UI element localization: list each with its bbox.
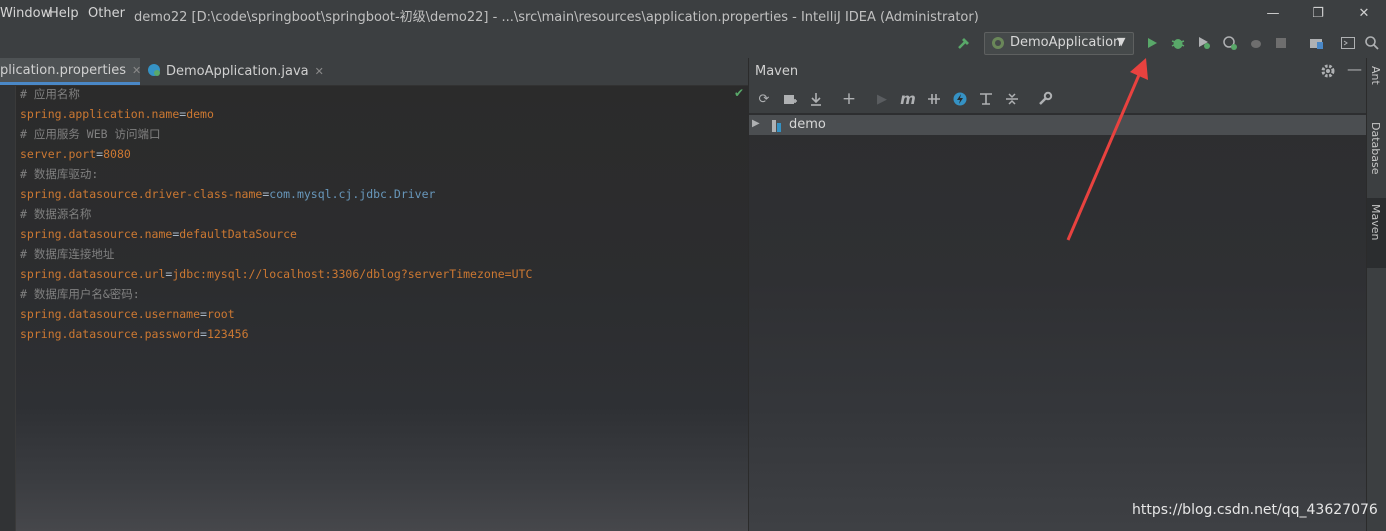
- minimize-icon[interactable]: —: [1263, 4, 1283, 24]
- expand-arrow-icon[interactable]: ▶: [752, 118, 760, 129]
- java-class-icon: [147, 63, 161, 81]
- add-maven-project-icon[interactable]: [780, 89, 800, 109]
- toggle-offline-mode-icon[interactable]: [924, 89, 944, 109]
- code-comment-line: # 数据源名称: [20, 207, 92, 221]
- skip-tests-icon[interactable]: [950, 89, 970, 109]
- profiler-icon[interactable]: [1220, 33, 1240, 53]
- watermark: https://blog.csdn.net/qq_43627076: [1132, 502, 1378, 518]
- add-icon[interactable]: +: [839, 89, 859, 109]
- maven-module-icon: [771, 117, 785, 137]
- tab-application-properties[interactable]: plication.properties ✕: [0, 58, 141, 85]
- tab-label: DemoApplication.java: [166, 64, 309, 79]
- code-property-line: spring.datasource.password=123456: [20, 327, 249, 341]
- stop-icon[interactable]: [1271, 33, 1291, 53]
- reload-icon[interactable]: ⟳: [754, 89, 774, 109]
- hide-panel-icon[interactable]: —: [1347, 60, 1362, 78]
- menu-other[interactable]: Other: [88, 6, 125, 21]
- wrench-icon[interactable]: [1035, 89, 1055, 109]
- terminal-icon[interactable]: [1338, 33, 1358, 53]
- code-comment-line: # 应用服务 WEB 访问端口: [20, 127, 161, 141]
- tab-demo-application-java[interactable]: DemoApplication.java ✕: [141, 58, 324, 85]
- download-sources-icon[interactable]: [806, 89, 826, 109]
- right-tool-stripe: Ant Database Maven: [1366, 58, 1386, 531]
- run-with-coverage-icon[interactable]: [1194, 33, 1214, 53]
- gear-icon[interactable]: [1320, 63, 1336, 83]
- maximize-icon[interactable]: ❐: [1308, 4, 1328, 24]
- inspection-ok-icon: ✔: [734, 86, 745, 100]
- tree-row[interactable]: ▶ demo: [749, 115, 1366, 135]
- annotation-arrow: [1066, 58, 1148, 241]
- ant-tool-button[interactable]: Ant: [1367, 66, 1386, 106]
- project-structure-icon[interactable]: [1306, 33, 1326, 53]
- maven-panel-header: Maven —: [749, 58, 1366, 85]
- close-tab-icon[interactable]: ✕: [132, 64, 141, 77]
- maven-panel-title: Maven: [755, 64, 799, 79]
- code-property-line: server.port=8080: [20, 147, 131, 161]
- title-bar: Window Help Other demo22 [D:\code\spring…: [0, 0, 1386, 28]
- collapse-all-icon[interactable]: [1002, 89, 1022, 109]
- editor-gutter: [0, 86, 16, 531]
- tree-item-label: demo: [789, 117, 826, 132]
- code-property-line: spring.application.name=demo: [20, 107, 214, 121]
- code-property-line: spring.datasource.driver-class-name=com.…: [20, 187, 436, 201]
- spring-boot-icon: [991, 36, 1005, 54]
- code-property-line: spring.datasource.url=jdbc:mysql://local…: [20, 267, 533, 281]
- tab-label: plication.properties: [0, 62, 126, 78]
- menu-window[interactable]: Window: [0, 6, 51, 21]
- chevron-down-icon: ▼: [1117, 35, 1126, 48]
- search-icon[interactable]: [1362, 33, 1382, 53]
- code-comment-line: # 数据库连接地址: [20, 247, 115, 261]
- code-property-line: spring.datasource.name=defaultDataSource: [20, 227, 297, 241]
- database-tool-button[interactable]: Database: [1367, 122, 1386, 190]
- code-property-line: spring.datasource.username=root: [20, 307, 235, 321]
- main-toolbar: DemoApplication ▼: [0, 28, 1386, 59]
- close-tab-icon[interactable]: ✕: [315, 65, 324, 78]
- debug-icon[interactable]: [1168, 33, 1188, 53]
- show-dependencies-icon[interactable]: [976, 89, 996, 109]
- code-comment-line: # 数据库驱动:: [20, 167, 99, 181]
- execute-maven-goal-icon[interactable]: m: [898, 89, 918, 109]
- maven-tool-button[interactable]: Maven: [1367, 198, 1386, 268]
- menu-help[interactable]: Help: [49, 6, 79, 21]
- build-hammer-icon[interactable]: [954, 33, 974, 53]
- run-maven-build-icon[interactable]: ▶: [872, 89, 892, 109]
- code-comment-line: # 应用名称: [20, 87, 80, 101]
- attach-debugger-icon[interactable]: [1246, 33, 1266, 53]
- maven-projects-tree: [749, 113, 1366, 531]
- code-comment-line: # 数据库用户名&密码:: [20, 287, 140, 301]
- close-icon[interactable]: ✕: [1354, 4, 1374, 24]
- editor-tabs: plication.properties ✕ DemoApplication.j…: [0, 58, 748, 86]
- maven-toolbar: ⟳ + ▶ m: [749, 85, 1366, 114]
- window-title: demo22 [D:\code\springboot\springboot-初级…: [134, 10, 979, 25]
